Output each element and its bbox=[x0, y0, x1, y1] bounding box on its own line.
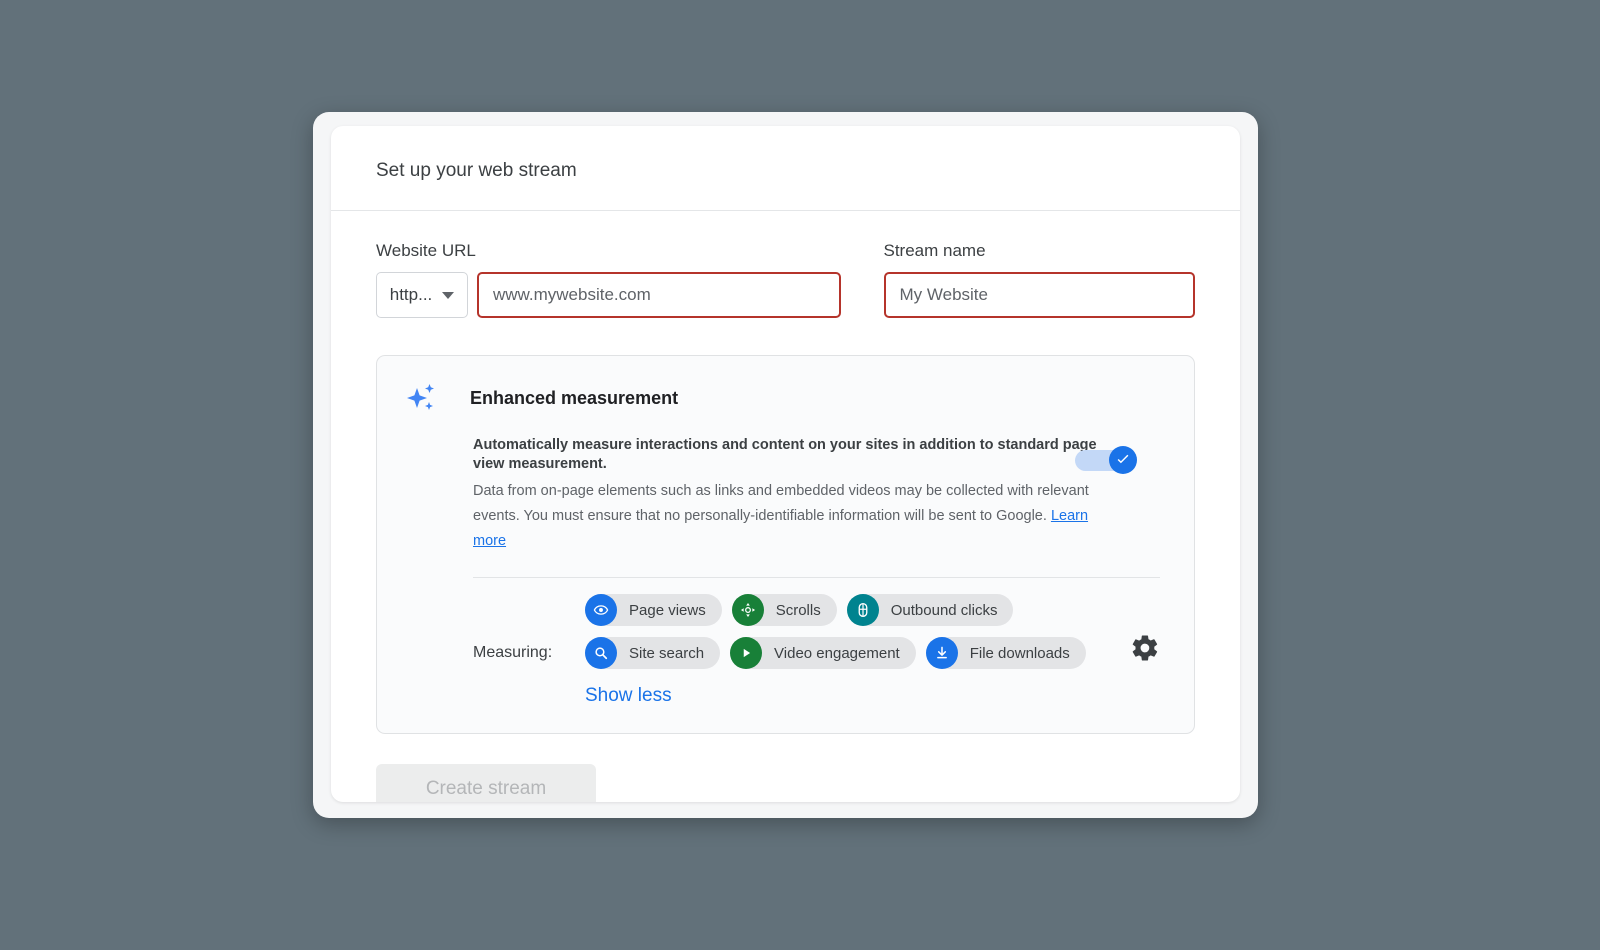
website-url-inputs: http... bbox=[376, 272, 841, 318]
enhanced-measurement-text: Automatically measure interactions and c… bbox=[473, 436, 1123, 554]
chip-scrolls[interactable]: Scrolls bbox=[731, 594, 837, 626]
dialog-shell: Set up your web stream Website URL http.… bbox=[313, 112, 1258, 818]
website-url-input[interactable] bbox=[477, 272, 841, 318]
toggle-knob bbox=[1109, 446, 1137, 474]
mouse-icon bbox=[846, 594, 879, 626]
chip-site-search[interactable]: Site search bbox=[585, 637, 721, 669]
chip-page-views[interactable]: Page views bbox=[585, 594, 722, 626]
download-icon bbox=[925, 637, 958, 669]
enhanced-measurement-panel: Enhanced measurement Automatically measu… bbox=[376, 355, 1195, 734]
stream-name-field-group: Stream name bbox=[883, 241, 1195, 318]
eye-icon bbox=[585, 594, 617, 626]
setup-web-stream-dialog: Set up your web stream Website URL http.… bbox=[331, 126, 1240, 802]
measuring-label: Measuring: bbox=[473, 644, 553, 661]
page-title: Set up your web stream bbox=[376, 160, 577, 181]
play-icon bbox=[730, 637, 763, 669]
stream-fields-row: Website URL http... Stream name bbox=[376, 241, 1195, 318]
screen: Set up your web stream Website URL http.… bbox=[0, 0, 1600, 950]
enhanced-measurement-header: Enhanced measurement bbox=[377, 378, 1194, 418]
enhanced-measurement-toggle[interactable] bbox=[1075, 446, 1137, 474]
chip-row-2: Measuring: Site search Video engagement … bbox=[473, 637, 1194, 669]
chip-label: Scrolls bbox=[775, 601, 821, 619]
chip-label: Outbound clicks bbox=[890, 601, 998, 619]
check-icon bbox=[1117, 454, 1129, 464]
stream-name-input[interactable] bbox=[883, 272, 1195, 318]
chip-row-1: Page views Scrolls Outbound clicks bbox=[473, 594, 1194, 626]
show-less-wrap: Show less bbox=[377, 669, 1194, 707]
dialog-header: Set up your web stream bbox=[331, 126, 1240, 211]
enhanced-measurement-body: Automatically measure interactions and c… bbox=[377, 418, 1194, 554]
chip-outbound-clicks[interactable]: Outbound clicks bbox=[846, 594, 1014, 626]
gear-icon[interactable] bbox=[1130, 633, 1160, 663]
website-url-label: Website URL bbox=[376, 241, 476, 260]
chip-label: File downloads bbox=[969, 644, 1070, 662]
protocol-value: http... bbox=[389, 285, 433, 304]
chip-video-engagement[interactable]: Video engagement bbox=[730, 637, 916, 669]
protocol-select[interactable]: http... bbox=[376, 272, 468, 318]
show-less-link[interactable]: Show less bbox=[585, 685, 672, 707]
chip-label: Video engagement bbox=[774, 644, 900, 662]
description-text: Data from on-page elements such as links… bbox=[473, 483, 1089, 524]
enhanced-measurement-headline: Automatically measure interactions and c… bbox=[473, 437, 1097, 472]
enhanced-measurement-title: Enhanced measurement bbox=[470, 387, 679, 408]
dialog-body: Website URL http... Stream name bbox=[331, 241, 1240, 802]
enhanced-measurement-description: Data from on-page elements such as links… bbox=[473, 479, 1123, 554]
chip-label: Site search bbox=[629, 644, 705, 662]
chevron-down-icon bbox=[442, 291, 455, 299]
chip-file-downloads[interactable]: File downloads bbox=[925, 637, 1086, 669]
scroll-move-icon bbox=[731, 594, 764, 626]
create-stream-button[interactable]: Create stream bbox=[376, 764, 596, 802]
search-icon bbox=[585, 637, 617, 669]
sparkle-icon bbox=[402, 378, 442, 418]
measuring-chips-area: Page views Scrolls Outbound clicks Measu… bbox=[377, 578, 1194, 707]
stream-name-label: Stream name bbox=[883, 241, 986, 260]
website-url-field-group: Website URL http... bbox=[376, 241, 841, 318]
chip-label: Page views bbox=[629, 601, 706, 619]
